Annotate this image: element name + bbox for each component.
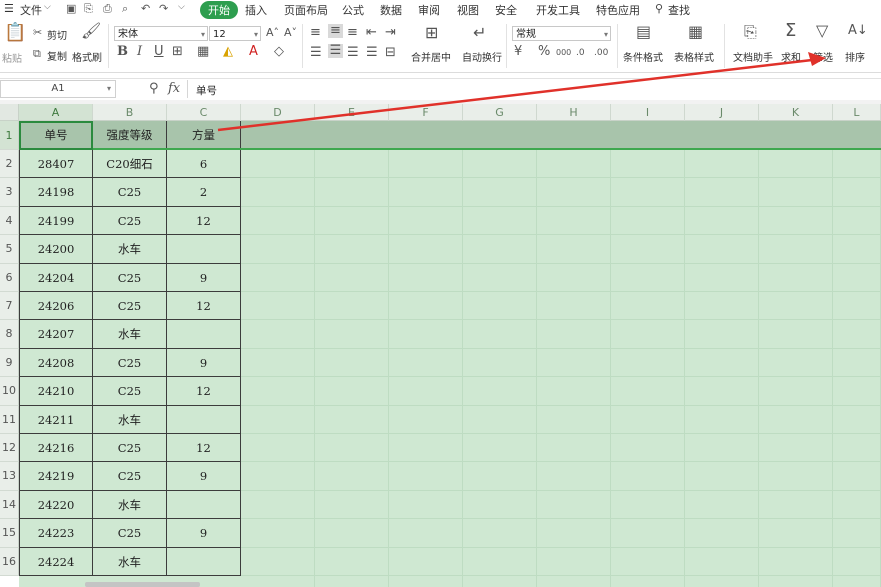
arrow-line [217,58,813,132]
arrowhead [808,52,826,66]
annotation-arrow [217,52,826,132]
